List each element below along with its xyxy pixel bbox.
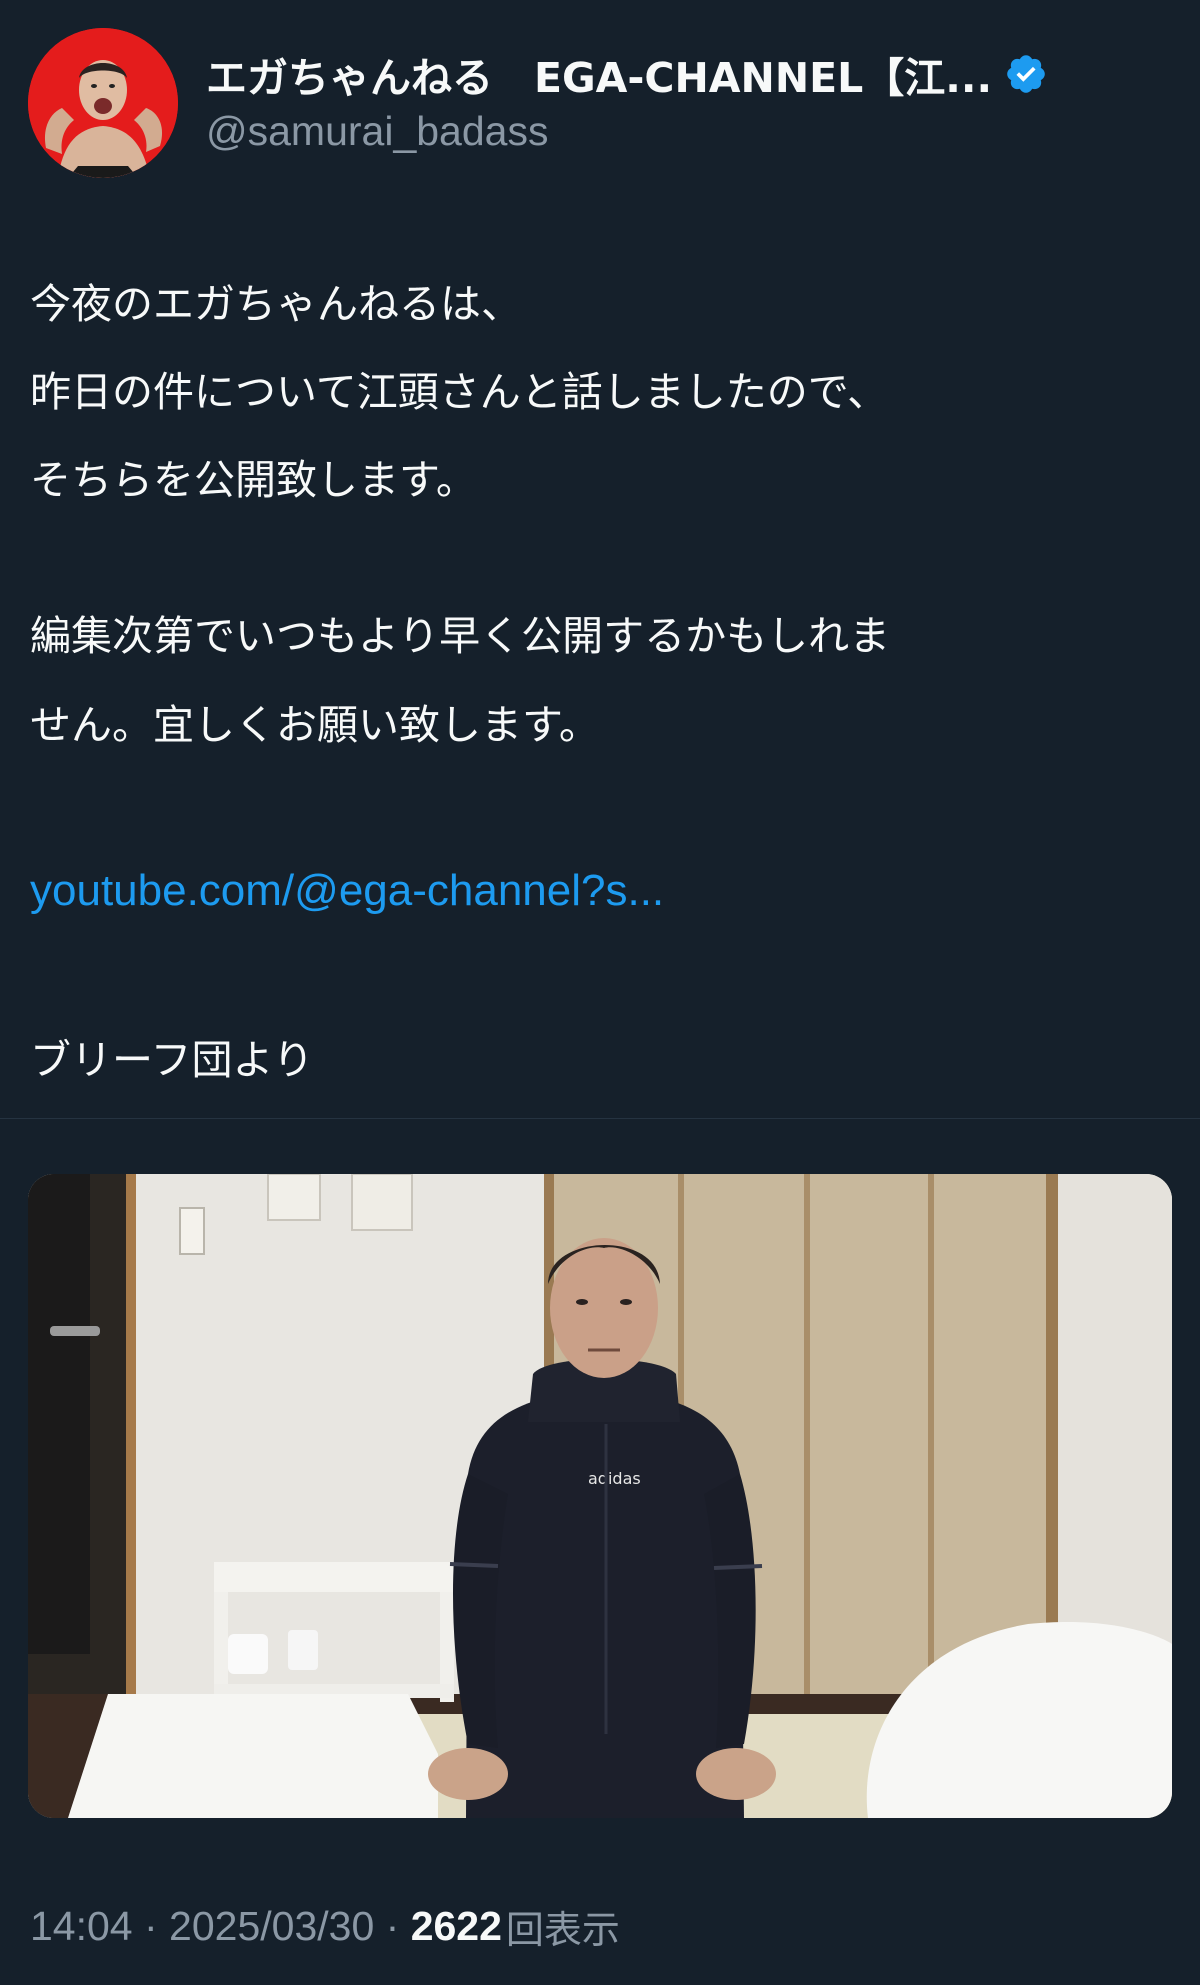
author-display-name[interactable]: エガちゃんねる EGA-CHANNEL【江... [206, 44, 992, 104]
tweet-date[interactable]: 2025/03/30 [169, 1903, 374, 1950]
author-name-row[interactable]: エガちゃんねる EGA-CHANNEL【江... [206, 44, 1166, 104]
svg-text:adidas: adidas [588, 1469, 641, 1488]
tweet: エガちゃんねる EGA-CHANNEL【江... @samurai_badass… [0, 0, 1200, 1985]
views-count[interactable]: 2622 [411, 1903, 502, 1950]
tweet-text-line-5: せん。宜しくお願い致します。 [30, 701, 600, 749]
meta-separator-2: · [374, 1902, 411, 1949]
tweet-text-line-3: そちらを公開致します。 [30, 456, 477, 504]
author-handle[interactable]: @samurai_badass [206, 108, 548, 155]
verified-badge-icon [1007, 55, 1045, 93]
tweet-text-line-4: 編集次第でいつもより早く公開するかもしれま [30, 612, 891, 660]
avatar-image [28, 28, 178, 178]
youtube-link[interactable]: youtube.com/@ega-channel?s... [30, 866, 664, 916]
photo-man-kneeling: adidas [28, 1174, 1172, 1818]
tweet-meta: 14:04 · 2025/03/30 · 2622 回表示 [30, 1898, 620, 1954]
meta-separator-1: · [132, 1902, 170, 1949]
divider [0, 1118, 1200, 1119]
views-label: 回表示 [505, 1907, 620, 1952]
tweet-time[interactable]: 14:04 [30, 1903, 133, 1950]
tweet-text-line-2: 昨日の件について江頭さんと話しましたので、 [30, 368, 889, 416]
avatar[interactable] [28, 28, 178, 178]
tweet-media-photo[interactable]: adidas [28, 1174, 1172, 1818]
tweet-text-line-1: 今夜のエガちゃんねるは、 [30, 280, 522, 328]
tweet-signature: ブリーフ団より [30, 1036, 314, 1084]
